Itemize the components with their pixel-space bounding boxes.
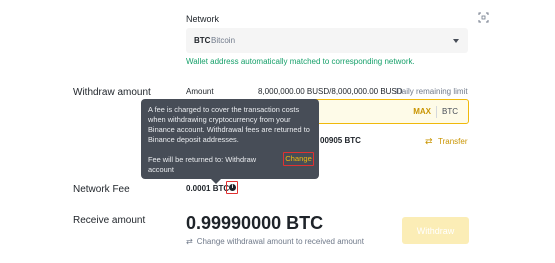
daily-limit-value: 8,000,000.00 BUSD/8,000,000.00 BUSD bbox=[258, 87, 403, 96]
network-select[interactable]: BTC Bitcoin bbox=[186, 28, 468, 53]
qr-scan-icon[interactable] bbox=[478, 12, 489, 23]
network-matched-note: Wallet address automatically matched to … bbox=[186, 57, 415, 66]
daily-limit-label: Daily remaining limit bbox=[396, 87, 468, 96]
receive-amount-label: Receive amount bbox=[73, 215, 146, 226]
divider bbox=[436, 106, 437, 118]
network-label: Network bbox=[186, 14, 220, 24]
change-amount-link[interactable]: ⇄ Change withdrawal amount to received am… bbox=[186, 237, 364, 246]
network-fee-label: Network Fee bbox=[73, 184, 130, 195]
network-code: BTC bbox=[194, 36, 211, 45]
fee-tooltip: A fee is charged to cover the transactio… bbox=[141, 99, 319, 184]
max-button[interactable]: MAX bbox=[413, 107, 431, 116]
amount-input[interactable]: MAX BTC bbox=[311, 99, 469, 124]
tooltip-change-button[interactable]: Change bbox=[283, 152, 314, 166]
withdraw-amount-label: Withdraw amount bbox=[73, 87, 151, 98]
network-name: Bitcoin bbox=[211, 36, 236, 45]
info-icon: i bbox=[229, 184, 236, 191]
chevron-down-icon bbox=[453, 39, 459, 43]
withdraw-button[interactable]: Withdraw bbox=[402, 217, 469, 244]
network-fee-value: 0.0001 BTC bbox=[186, 184, 230, 193]
change-amount-text: Change withdrawal amount to received amo… bbox=[196, 237, 364, 246]
amount-label: Amount bbox=[186, 87, 214, 96]
transfer-arrows-icon: ⇄ bbox=[425, 136, 433, 146]
info-button[interactable]: i bbox=[226, 181, 238, 194]
tooltip-text: A fee is charged to cover the transactio… bbox=[148, 105, 310, 144]
swap-arrows-icon: ⇄ bbox=[186, 237, 193, 246]
available-balance: 00905 BTC bbox=[320, 136, 361, 145]
amount-unit: BTC bbox=[442, 107, 458, 116]
receive-amount-value: 0.99990000 BTC bbox=[186, 213, 324, 233]
transfer-link[interactable]: ⇄ Transfer bbox=[425, 136, 468, 147]
tooltip-fee-returned: Fee will be returned to: Withdraw accoun… bbox=[148, 155, 257, 174]
tooltip-arrow bbox=[211, 179, 221, 184]
transfer-label: Transfer bbox=[438, 137, 468, 146]
